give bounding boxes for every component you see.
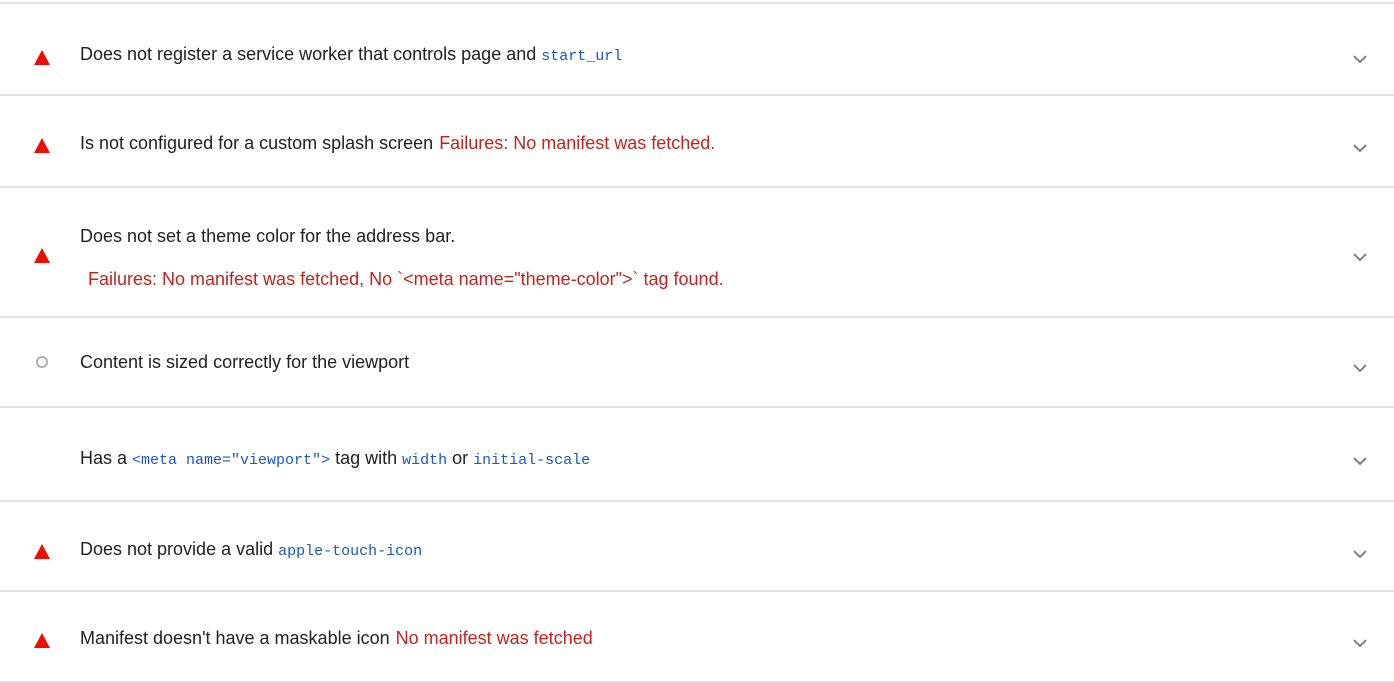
code-meta-viewport: <meta name="viewport"> (132, 452, 331, 469)
audit-failure-text: No manifest was fetched (395, 628, 593, 648)
audit-failure-text: Failures: No manifest was fetched, No `<… (88, 269, 724, 289)
audit-maskable-icon[interactable]: Manifest doesn't have a maskable icon No … (0, 592, 1394, 683)
code-apple-touch-icon: apple-touch-icon (278, 543, 423, 560)
audit-title: Does not provide a valid apple-touch-ico… (80, 539, 423, 560)
warning-triangle-icon (32, 135, 52, 155)
chevron-down-icon[interactable] (1352, 51, 1368, 67)
audit-title: Is not configured for a custom splash sc… (80, 133, 716, 153)
audit-splash-screen[interactable]: Is not configured for a custom splash sc… (0, 96, 1394, 188)
audit-meta-viewport[interactable]: Has a <meta name="viewport"> tag with wi… (0, 408, 1394, 502)
code-width: width (402, 452, 448, 469)
audit-title: Has a <meta name="viewport"> tag with wi… (80, 448, 591, 469)
chevron-down-icon[interactable] (1352, 453, 1368, 469)
code-start-url: start_url (541, 48, 623, 65)
circle-icon (32, 352, 52, 372)
warning-triangle-icon (32, 630, 52, 650)
audit-theme-color[interactable]: Does not set a theme color for the addre… (0, 188, 1394, 318)
chevron-down-icon[interactable] (1352, 360, 1368, 376)
audit-service-worker[interactable]: Does not register a service worker that … (0, 4, 1394, 96)
audit-title: Does not set a theme color for the addre… (80, 226, 456, 246)
audit-title: Content is sized correctly for the viewp… (80, 352, 410, 372)
chevron-down-icon[interactable] (1352, 140, 1368, 156)
audit-apple-touch-icon[interactable]: Does not provide a valid apple-touch-ico… (0, 502, 1394, 592)
chevron-down-icon[interactable] (1352, 635, 1368, 651)
warning-triangle-icon (32, 47, 52, 67)
chevron-down-icon[interactable] (1352, 249, 1368, 265)
code-initial-scale: initial-scale (473, 452, 591, 469)
audit-title: Does not register a service worker that … (80, 44, 623, 65)
warning-triangle-icon (32, 245, 52, 265)
warning-triangle-icon (32, 541, 52, 561)
audit-title: Manifest doesn't have a maskable icon No … (80, 628, 593, 648)
chevron-down-icon[interactable] (1352, 546, 1368, 562)
audit-failure-text: Failures: No manifest was fetched. (439, 133, 716, 153)
audit-viewport-content[interactable]: Content is sized correctly for the viewp… (0, 318, 1394, 408)
